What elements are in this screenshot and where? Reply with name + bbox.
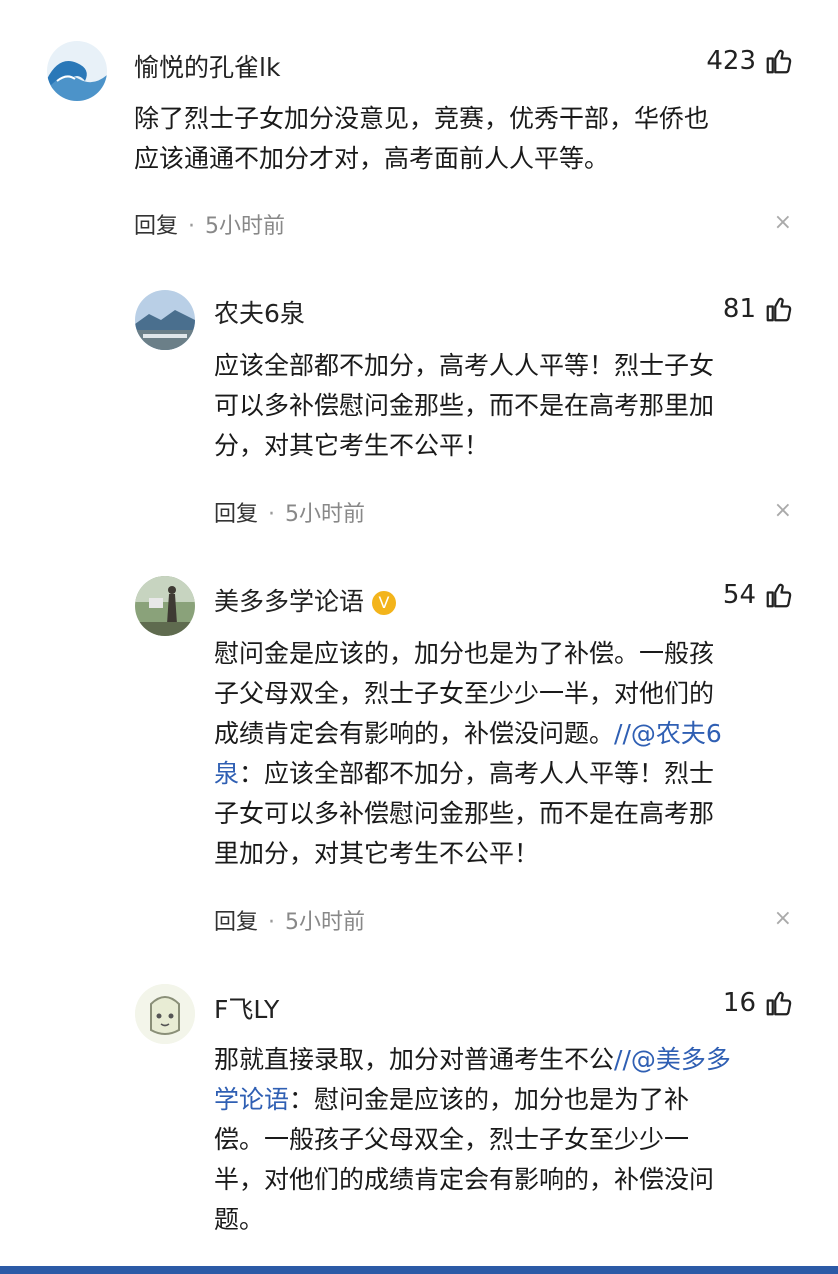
- text-line: 那就直接录取，加分对普通考生不公//@美多多: [214, 1040, 731, 1080]
- comment-meta: 回复 · 5小时前: [134, 208, 285, 240]
- like-count: 423: [706, 46, 756, 76]
- thumbs-up-icon: [766, 583, 792, 608]
- avatar[interactable]: [135, 290, 195, 350]
- bottom-edge-bar: [0, 1266, 838, 1274]
- text-line: 可以多补偿慰问金那些，而不是在高考那里加: [214, 391, 715, 420]
- reply-button[interactable]: 回复: [134, 214, 178, 239]
- text-line: 里加分，对其它考生不公平！: [214, 839, 540, 868]
- text-line: 成绩肯定会有影响的，补偿没问题。//@农夫6: [214, 714, 722, 754]
- reply-button[interactable]: 回复: [214, 910, 258, 935]
- username[interactable]: 美多多学论语 V: [214, 582, 397, 618]
- comment-text: 那就直接录取，加分对普通考生不公//@美多多 学论语：慰问金是应该的，加分也是为…: [214, 1040, 731, 1240]
- username-text: 美多多学论语: [214, 587, 365, 616]
- timestamp: 5小时前: [205, 214, 286, 239]
- like-button[interactable]: 423: [706, 46, 794, 76]
- close-icon[interactable]: ×: [774, 906, 792, 931]
- thumbs-up-icon: [766, 297, 792, 322]
- like-button[interactable]: 16: [723, 988, 794, 1018]
- comment-text: 慰问金是应该的，加分也是为了补偿。一般孩 子父母双全，烈士子女至少少一半，对他们…: [214, 634, 722, 874]
- mention-link[interactable]: //@美多多: [614, 1045, 731, 1074]
- wave-avatar-image: [47, 41, 107, 101]
- separator-dot: ·: [268, 502, 276, 527]
- thumbs-up-icon: [766, 991, 792, 1016]
- text-segment: 那就直接录取，加分对普通考生不公: [214, 1045, 615, 1074]
- text-line: 泉：应该全部都不加分，高考人人平等！烈士: [214, 754, 722, 794]
- comment-meta: 回复 · 5小时前: [214, 904, 365, 936]
- text-segment: ：应该全部都不加分，高考人人平等！烈士: [239, 759, 715, 788]
- landscape-avatar-image: [135, 290, 195, 350]
- outdoor-avatar-image: [135, 576, 195, 636]
- comment-meta: 回复 · 5小时前: [214, 496, 365, 528]
- thumbs-up-icon: [766, 49, 792, 74]
- like-button[interactable]: 81: [723, 294, 794, 324]
- username[interactable]: 愉悦的孔雀lk: [134, 48, 280, 84]
- text-line: 除了烈士子女加分没意见，竞赛，优秀干部，华侨也: [134, 104, 710, 133]
- cartoon-avatar-image: [135, 984, 195, 1044]
- comment-text: 应该全部都不加分，高考人人平等！烈士子女 可以多补偿慰问金那些，而不是在高考那里…: [214, 346, 714, 466]
- like-count: 81: [722, 294, 756, 324]
- text-line: 子父母双全，烈士子女至少少一半，对他们的: [214, 679, 715, 708]
- username[interactable]: F飞LY: [214, 990, 279, 1026]
- separator-dot: ·: [268, 910, 276, 935]
- text-line: 偿。一般孩子父母双全，烈士子女至少少一: [214, 1125, 690, 1154]
- text-line: 题。: [214, 1205, 265, 1234]
- comment-text: 除了烈士子女加分没意见，竞赛，优秀干部，华侨也 应该通通不加分才对，高考面前人人…: [134, 99, 709, 179]
- username[interactable]: 农夫6泉: [214, 294, 305, 330]
- timestamp: 5小时前: [285, 910, 366, 935]
- text-line: 慰问金是应该的，加分也是为了补偿。一般孩: [214, 639, 715, 668]
- mention-link[interactable]: //@农夫6: [614, 719, 722, 748]
- text-line: 应该通通不加分才对，高考面前人人平等。: [134, 144, 610, 173]
- avatar[interactable]: [135, 576, 195, 636]
- text-line: 应该全部都不加分，高考人人平等！烈士子女: [214, 351, 715, 380]
- separator-dot: ·: [188, 214, 196, 239]
- text-line: 学论语：慰问金是应该的，加分也是为了补: [214, 1080, 731, 1120]
- reply-button[interactable]: 回复: [214, 502, 258, 527]
- verified-badge-icon: V: [372, 591, 397, 615]
- close-icon[interactable]: ×: [774, 498, 792, 523]
- text-line: 半，对他们的成绩肯定会有影响的，补偿没问: [214, 1165, 715, 1194]
- text-line: 子女可以多补偿慰问金那些，而不是在高考那: [214, 799, 715, 828]
- text-segment: 成绩肯定会有影响的，补偿没问题。: [214, 719, 615, 748]
- text-segment: ：慰问金是应该的，加分也是为了补: [289, 1085, 690, 1114]
- close-icon[interactable]: ×: [774, 210, 792, 235]
- avatar[interactable]: [47, 41, 107, 101]
- timestamp: 5小时前: [285, 502, 366, 527]
- mention-link[interactable]: 学论语: [214, 1085, 289, 1114]
- like-button[interactable]: 54: [723, 580, 794, 610]
- mention-link[interactable]: 泉: [214, 759, 239, 788]
- text-line: 分，对其它考生不公平！: [214, 431, 490, 460]
- like-count: 54: [722, 580, 756, 610]
- avatar[interactable]: [135, 984, 195, 1044]
- like-count: 16: [722, 988, 756, 1018]
